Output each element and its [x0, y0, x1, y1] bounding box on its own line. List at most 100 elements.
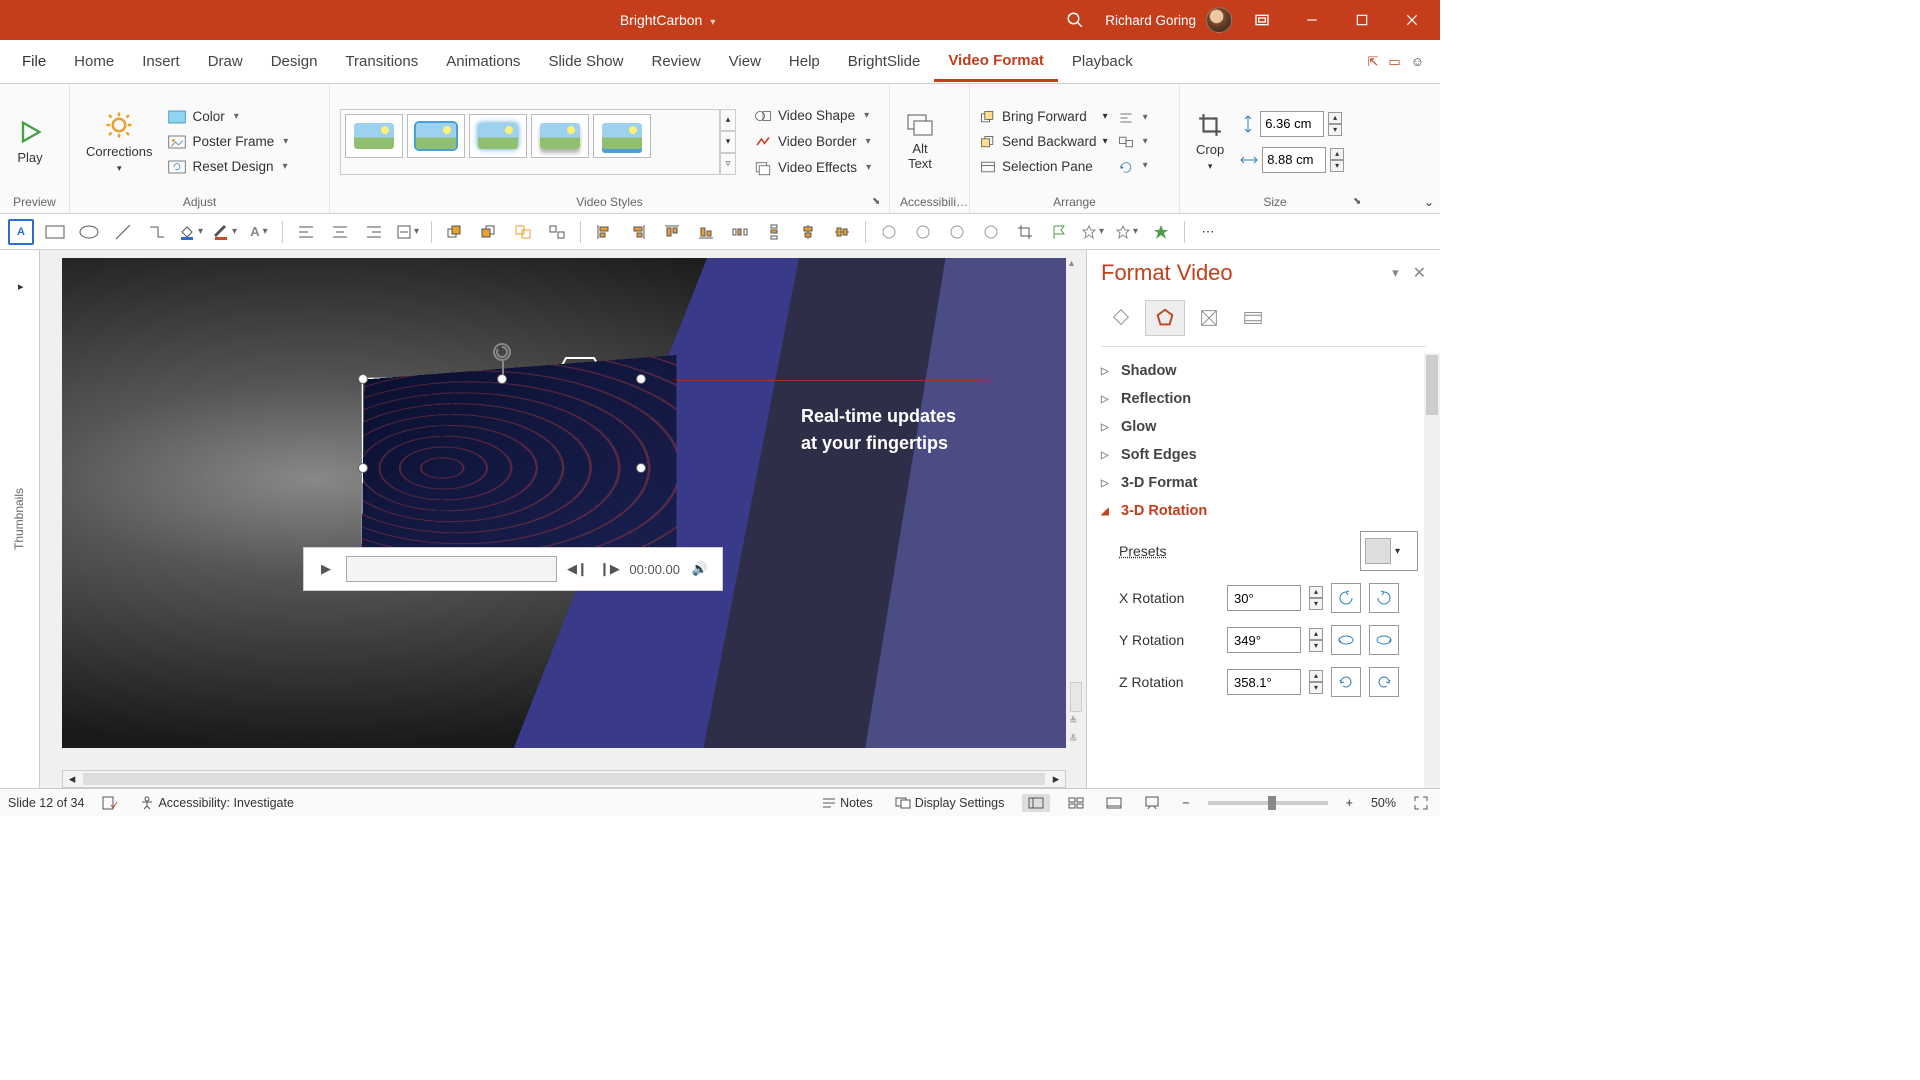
crop-button[interactable]: Crop ▾	[1190, 108, 1230, 176]
section-reflection[interactable]: ▷Reflection	[1101, 385, 1436, 413]
height-down[interactable]: ▾	[1328, 124, 1342, 136]
y-rotation-input[interactable]	[1227, 627, 1301, 653]
section-3dformat[interactable]: ▷3-D Format	[1101, 469, 1436, 497]
qat-fontcolor[interactable]: A	[246, 219, 272, 245]
qat-alignbottom-obj[interactable]	[693, 219, 719, 245]
gallery-down[interactable]: ▾	[720, 131, 736, 153]
height-input[interactable]	[1260, 111, 1324, 137]
color-button[interactable]: Color	[168, 107, 288, 126]
qat-alignleft-obj[interactable]	[591, 219, 617, 245]
x-rotation-input[interactable]	[1227, 585, 1301, 611]
qat-valign[interactable]	[395, 219, 421, 245]
qat-ungroup[interactable]	[544, 219, 570, 245]
qat-elbow[interactable]	[144, 219, 170, 245]
pane-scrollbar[interactable]	[1424, 353, 1440, 788]
view-sorter[interactable]	[1064, 797, 1088, 809]
video-object[interactable]: ▶ ◀❙ ❙▶ 00:00.00 🔊	[362, 378, 642, 558]
alt-text-button[interactable]: Alt Text	[900, 109, 940, 175]
align-menu[interactable]	[1118, 109, 1148, 127]
share-icon[interactable]: ⇱	[1368, 54, 1379, 70]
rotation-handle[interactable]	[493, 343, 511, 361]
corrections-button[interactable]: Corrections ▾	[80, 106, 158, 178]
style-preset-3[interactable]	[469, 114, 527, 158]
styles-dialog-launcher[interactable]: ⬊	[872, 196, 886, 210]
notes-button[interactable]: Notes	[818, 796, 877, 810]
qat-centerv[interactable]	[829, 219, 855, 245]
width-up[interactable]: ▴	[1330, 148, 1344, 160]
media-step-fwd[interactable]: ❙▶	[597, 557, 621, 581]
vertical-scroll[interactable]: ▴ ≜ ≚	[1068, 258, 1084, 748]
media-play-button[interactable]: ▶	[314, 557, 338, 581]
view-normal[interactable]	[1022, 794, 1050, 812]
next-slide-btn[interactable]: ≚	[1069, 734, 1083, 748]
resize-handle-w[interactable]	[358, 463, 368, 473]
qat-disth[interactable]	[727, 219, 753, 245]
view-slideshow[interactable]	[1140, 796, 1164, 810]
tab-slideshow[interactable]: Slide Show	[534, 43, 637, 80]
spellcheck-icon[interactable]	[98, 796, 122, 810]
pane-tab-fill[interactable]	[1101, 300, 1141, 336]
y-rot-right[interactable]	[1369, 625, 1399, 655]
video-effects-button[interactable]: Video Effects	[754, 158, 871, 178]
section-glow[interactable]: ▷Glow	[1101, 413, 1436, 441]
height-up[interactable]: ▴	[1328, 112, 1342, 124]
size-dialog-launcher[interactable]: ⬊	[1353, 196, 1367, 210]
qat-overflow[interactable]: ⋯	[1195, 219, 1221, 245]
tab-review[interactable]: Review	[637, 43, 714, 80]
slide-counter[interactable]: Slide 12 of 34	[8, 796, 84, 810]
tab-playback[interactable]: Playback	[1058, 43, 1147, 80]
tab-transitions[interactable]: Transitions	[331, 43, 432, 80]
group-menu[interactable]	[1118, 133, 1148, 151]
resize-handle-n[interactable]	[497, 374, 507, 384]
reset-design-button[interactable]: Reset Design	[168, 157, 288, 176]
style-preset-1[interactable]	[345, 114, 403, 158]
section-softedges[interactable]: ▷Soft Edges	[1101, 441, 1436, 469]
qat-align-left[interactable]	[293, 219, 319, 245]
accessibility-status[interactable]: Accessibility: Investigate	[136, 796, 297, 810]
bring-forward-button[interactable]: Bring Forward▾	[980, 107, 1108, 126]
x-rot-left[interactable]	[1331, 583, 1361, 613]
display-settings-button[interactable]: Display Settings	[891, 796, 1009, 810]
zoom-slider[interactable]	[1208, 801, 1328, 805]
tab-animations[interactable]: Animations	[432, 43, 534, 80]
video-shape-button[interactable]: Video Shape	[754, 106, 871, 126]
qat-alignright-obj[interactable]	[625, 219, 651, 245]
tab-insert[interactable]: Insert	[128, 43, 194, 80]
selection-pane-button[interactable]: Selection Pane	[980, 157, 1108, 176]
tab-draw[interactable]: Draw	[194, 43, 257, 80]
qat-star2[interactable]	[1114, 219, 1140, 245]
send-backward-button[interactable]: Send Backward▾	[980, 132, 1108, 151]
z-rot-ccw[interactable]	[1331, 667, 1361, 697]
thumbnails-panel-collapsed[interactable]: ▸ Thumbnails	[0, 250, 40, 788]
tab-brightslide[interactable]: BrightSlide	[834, 43, 935, 80]
hscroll-thumb[interactable]	[83, 773, 1045, 785]
view-reading[interactable]	[1102, 797, 1126, 809]
qat-sendback[interactable]	[476, 219, 502, 245]
qat-line[interactable]	[110, 219, 136, 245]
width-down[interactable]: ▾	[1330, 160, 1344, 172]
presets-dropdown[interactable]: ▾	[1360, 531, 1418, 571]
pane-tab-size[interactable]	[1189, 300, 1229, 336]
user-name[interactable]: Richard Goring	[1105, 13, 1196, 28]
poster-frame-button[interactable]: Poster Frame	[168, 132, 288, 151]
video-styles-gallery[interactable]	[340, 109, 720, 175]
tab-video-format[interactable]: Video Format	[934, 42, 1058, 82]
style-preset-5[interactable]	[593, 114, 651, 158]
resize-handle-ne[interactable]	[636, 374, 646, 384]
pane-tab-video[interactable]	[1233, 300, 1273, 336]
prev-slide-btn[interactable]: ≜	[1069, 716, 1083, 730]
zoom-out[interactable]: −	[1178, 796, 1193, 810]
rotate-menu[interactable]	[1118, 157, 1148, 175]
qat-circle3[interactable]	[944, 219, 970, 245]
qat-greenstar[interactable]	[1148, 219, 1174, 245]
qat-circle4[interactable]	[978, 219, 1004, 245]
tab-design[interactable]: Design	[257, 43, 332, 80]
horizontal-scroll[interactable]: ◂ ▸	[62, 770, 1066, 788]
qat-flag[interactable]	[1046, 219, 1072, 245]
qat-fill[interactable]	[178, 219, 204, 245]
media-step-back[interactable]: ◀❙	[565, 557, 589, 581]
ribbon-mode-icon[interactable]	[1242, 0, 1282, 40]
zoom-in[interactable]: +	[1342, 796, 1357, 810]
qat-star1[interactable]	[1080, 219, 1106, 245]
resize-handle-nw[interactable]	[358, 374, 368, 384]
